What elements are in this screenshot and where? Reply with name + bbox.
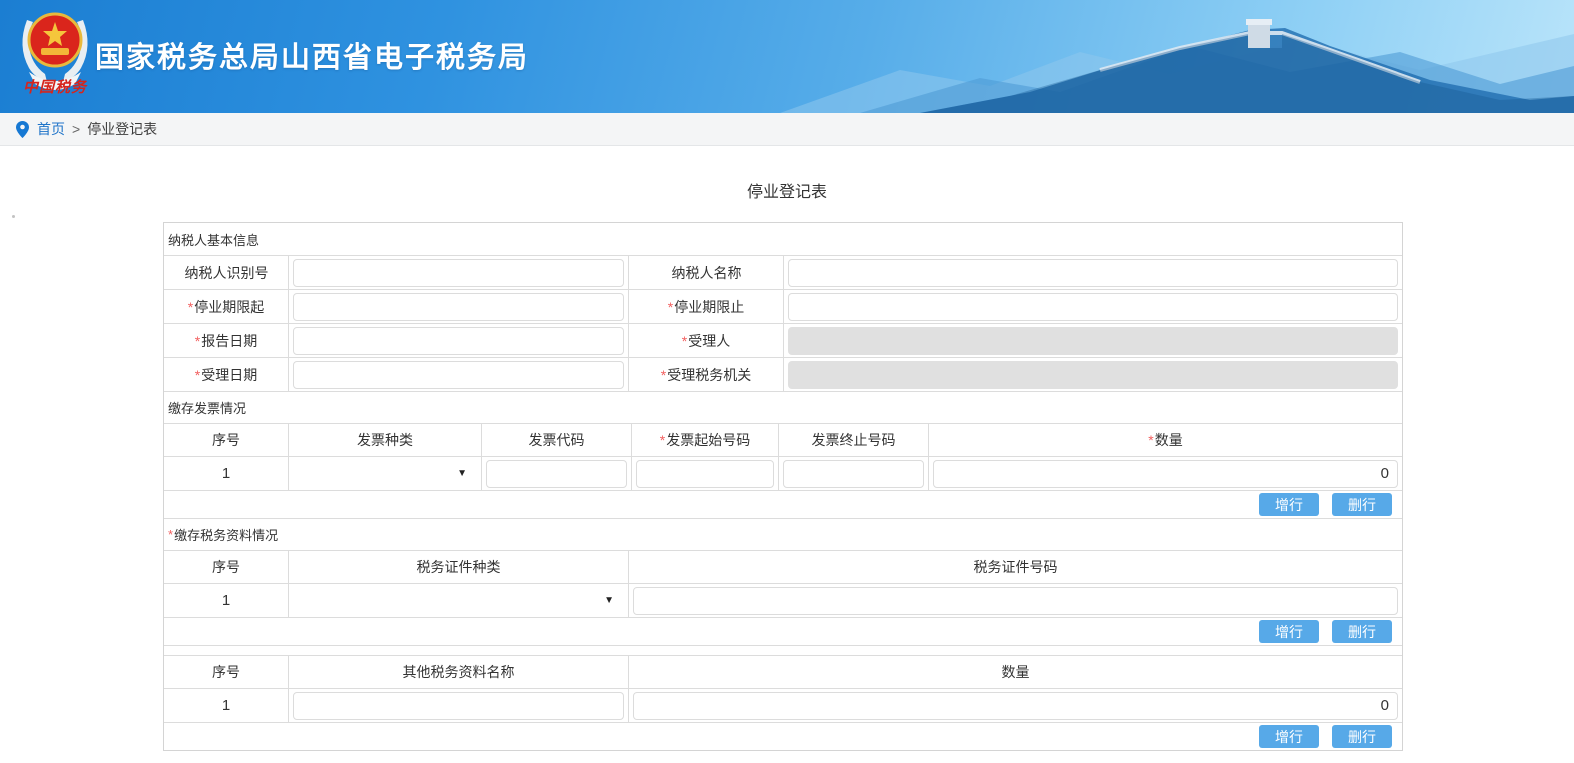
taxpayer-id-input[interactable]: [293, 258, 624, 287]
suspend-end-input[interactable]: [788, 292, 1398, 321]
col-quantity: 数量: [1001, 664, 1030, 680]
breadcrumb-current: 停业登记表: [87, 121, 158, 137]
taxpayer-name-input[interactable]: [788, 258, 1398, 287]
col-quantity: 数量: [1154, 432, 1183, 448]
other-add-row-button[interactable]: 增行: [1259, 725, 1319, 748]
invoice-add-row-button[interactable]: 增行: [1259, 493, 1319, 516]
logo-caption: 中国税务: [22, 80, 87, 96]
acceptor-input: [788, 326, 1398, 355]
cert-table-row: 1 ▼: [164, 583, 1402, 617]
invoice-delete-row-button[interactable]: 删行: [1332, 493, 1392, 516]
invoice-quantity-input[interactable]: [933, 459, 1398, 488]
invoice-table-actions: 增行 删行: [164, 490, 1402, 518]
invoice-type-select[interactable]: ▼: [293, 460, 477, 488]
suspension-registration-form: 纳税人基本信息 纳税人识别号 纳税人名称 * 停业期限起 * 停业期限止 * 报…: [163, 222, 1403, 751]
row-index: 1: [221, 465, 231, 482]
invoice-start-no-input[interactable]: [636, 459, 774, 488]
accept-authority-input: [788, 360, 1398, 389]
section-invoice-title: 缴存发票情况: [164, 391, 1402, 423]
cert-table-actions: 增行 删行: [164, 617, 1402, 645]
section-title-text: 纳税人基本信息: [168, 232, 260, 248]
page-title: 停业登记表: [746, 184, 827, 201]
invoice-table-row: 1 ▼: [164, 456, 1402, 490]
other-delete-row-button[interactable]: 删行: [1332, 725, 1392, 748]
invoice-end-no-input[interactable]: [783, 459, 924, 488]
label-accept-authority: * 受理税务机关: [628, 358, 783, 391]
col-end-no: 发票终止号码: [811, 432, 896, 448]
label-accept-date: * 受理日期: [194, 366, 258, 383]
location-pin-icon: [16, 120, 29, 138]
report-date-input[interactable]: [293, 326, 624, 355]
other-table-actions: 增行 删行: [164, 722, 1402, 750]
stray-dot: [12, 215, 15, 218]
section-cert-title: * 缴存税务资料情况: [164, 518, 1402, 550]
label-acceptor: * 受理人: [628, 324, 783, 357]
label-taxpayer-name: 纳税人名称: [628, 256, 783, 289]
cert-add-row-button[interactable]: 增行: [1259, 620, 1319, 643]
section-title-text: 缴存发票情况: [168, 401, 247, 416]
col-seq: 序号: [212, 664, 240, 680]
col-seq: 序号: [212, 432, 240, 448]
other-table-row: 1: [164, 688, 1402, 722]
spacer-row: [164, 645, 1402, 655]
accept-date-input[interactable]: [293, 360, 624, 389]
site-title: 国家税务总局山西省电子税务局: [95, 42, 530, 74]
label-suspend-end: * 停业期限止: [628, 290, 783, 323]
invoice-code-input[interactable]: [486, 459, 627, 488]
chevron-down-icon: ▼: [604, 595, 614, 606]
col-start-no: 发票起始号码: [666, 432, 751, 448]
section-basic-info-title: 纳税人基本信息: [164, 223, 1402, 255]
label-suspend-start: * 停业期限起: [187, 298, 265, 315]
label-report-date: * 报告日期: [194, 332, 258, 349]
section-title-text: 缴存税务资料情况: [174, 528, 279, 543]
top-banner: 中国税务 国家税务总局山西省电子税务局: [0, 0, 1574, 113]
col-cert-no: 税务证件号码: [973, 559, 1058, 575]
suspend-start-input[interactable]: [293, 292, 624, 321]
col-invoice-code: 发票代码: [528, 432, 585, 448]
invoice-table-header: 序号 发票种类 发票代码 * 发票起始号码 发票终止号码 * 数量: [164, 423, 1402, 456]
col-other-name: 其他税务资料名称: [402, 664, 515, 680]
other-quantity-input[interactable]: [633, 691, 1398, 720]
other-table-header: 序号 其他税务资料名称 数量: [164, 655, 1402, 688]
breadcrumb-separator: >: [72, 121, 81, 137]
breadcrumb: 首页 > 停业登记表: [0, 113, 1574, 146]
chevron-down-icon: ▼: [457, 468, 467, 479]
row-index: 1: [221, 592, 231, 609]
cert-delete-row-button[interactable]: 删行: [1332, 620, 1392, 643]
col-seq: 序号: [212, 559, 240, 575]
col-cert-type: 税务证件种类: [416, 559, 501, 575]
breadcrumb-home-link[interactable]: 首页: [37, 119, 65, 139]
cert-no-input[interactable]: [633, 586, 1398, 615]
cert-table-header: 序号 税务证件种类 税务证件号码: [164, 550, 1402, 583]
col-invoice-type: 发票种类: [357, 432, 413, 448]
label-taxpayer-id: 纳税人识别号: [184, 264, 269, 281]
row-index: 1: [221, 697, 231, 714]
other-name-input[interactable]: [293, 691, 624, 720]
cert-type-select[interactable]: ▼: [293, 587, 624, 615]
